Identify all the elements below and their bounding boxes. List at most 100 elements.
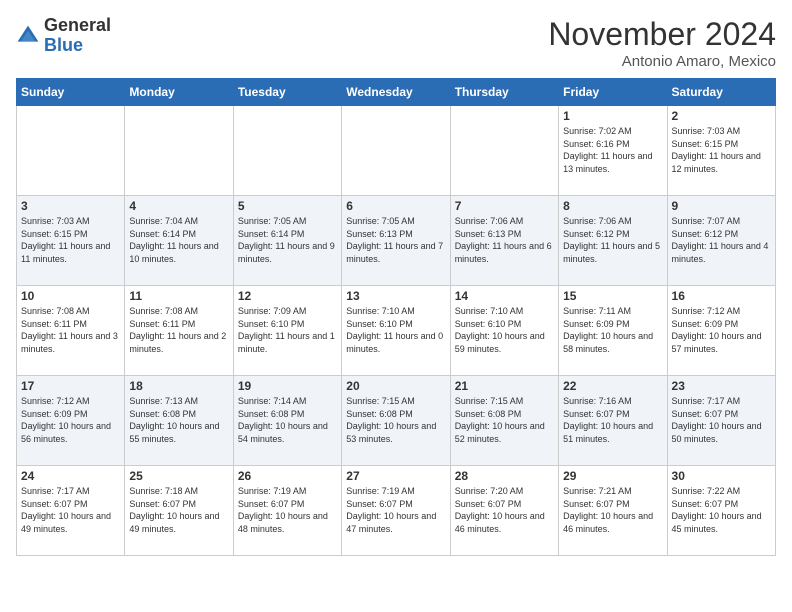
day-number: 4 <box>129 199 228 213</box>
calendar-cell: 14 Sunrise: 7:10 AM Sunset: 6:10 PM Dayli… <box>450 286 558 376</box>
day-content: Sunrise: 7:03 AM Sunset: 6:15 PM Dayligh… <box>672 125 771 175</box>
day-number: 13 <box>346 289 445 303</box>
calendar-cell <box>17 106 125 196</box>
day-number: 3 <box>21 199 120 213</box>
day-content: Sunrise: 7:02 AM Sunset: 6:16 PM Dayligh… <box>563 125 662 175</box>
header-day-sunday: Sunday <box>17 79 125 106</box>
day-content: Sunrise: 7:05 AM Sunset: 6:13 PM Dayligh… <box>346 215 445 265</box>
header-day-wednesday: Wednesday <box>342 79 450 106</box>
day-number: 16 <box>672 289 771 303</box>
day-content: Sunrise: 7:06 AM Sunset: 6:12 PM Dayligh… <box>563 215 662 265</box>
day-number: 27 <box>346 469 445 483</box>
calendar-cell: 13 Sunrise: 7:10 AM Sunset: 6:10 PM Dayli… <box>342 286 450 376</box>
day-content: Sunrise: 7:15 AM Sunset: 6:08 PM Dayligh… <box>346 395 445 445</box>
calendar-cell <box>342 106 450 196</box>
calendar-cell: 10 Sunrise: 7:08 AM Sunset: 6:11 PM Dayli… <box>17 286 125 376</box>
day-number: 2 <box>672 109 771 123</box>
header-day-thursday: Thursday <box>450 79 558 106</box>
day-content: Sunrise: 7:12 AM Sunset: 6:09 PM Dayligh… <box>672 305 771 355</box>
calendar-cell: 24 Sunrise: 7:17 AM Sunset: 6:07 PM Dayli… <box>17 466 125 556</box>
calendar-cell: 3 Sunrise: 7:03 AM Sunset: 6:15 PM Daylig… <box>17 196 125 286</box>
day-content: Sunrise: 7:03 AM Sunset: 6:15 PM Dayligh… <box>21 215 120 265</box>
day-content: Sunrise: 7:13 AM Sunset: 6:08 PM Dayligh… <box>129 395 228 445</box>
day-content: Sunrise: 7:21 AM Sunset: 6:07 PM Dayligh… <box>563 485 662 535</box>
calendar-cell: 1 Sunrise: 7:02 AM Sunset: 6:16 PM Daylig… <box>559 106 667 196</box>
day-content: Sunrise: 7:19 AM Sunset: 6:07 PM Dayligh… <box>346 485 445 535</box>
day-number: 9 <box>672 199 771 213</box>
day-content: Sunrise: 7:08 AM Sunset: 6:11 PM Dayligh… <box>129 305 228 355</box>
week-row-2: 3 Sunrise: 7:03 AM Sunset: 6:15 PM Daylig… <box>17 196 776 286</box>
logo: General Blue <box>16 16 111 56</box>
day-number: 25 <box>129 469 228 483</box>
day-number: 10 <box>21 289 120 303</box>
day-number: 22 <box>563 379 662 393</box>
calendar-cell: 25Sunrise: 7:18 AM Sunset: 6:07 PM Dayli… <box>125 466 233 556</box>
calendar-cell: 16 Sunrise: 7:12 AM Sunset: 6:09 PM Dayli… <box>667 286 775 376</box>
day-number: 15 <box>563 289 662 303</box>
month-title: November 2024 <box>548 16 776 53</box>
day-content: Sunrise: 7:10 AM Sunset: 6:10 PM Dayligh… <box>346 305 445 355</box>
day-number: 21 <box>455 379 554 393</box>
week-row-3: 10 Sunrise: 7:08 AM Sunset: 6:11 PM Dayli… <box>17 286 776 376</box>
calendar-cell: 26Sunrise: 7:19 AM Sunset: 6:07 PM Dayli… <box>233 466 341 556</box>
day-number: 28 <box>455 469 554 483</box>
calendar-cell <box>233 106 341 196</box>
day-content: Sunrise: 7:16 AM Sunset: 6:07 PM Dayligh… <box>563 395 662 445</box>
day-content: Sunrise: 7:08 AM Sunset: 6:11 PM Dayligh… <box>21 305 120 355</box>
day-content: Sunrise: 7:04 AM Sunset: 6:14 PM Dayligh… <box>129 215 228 265</box>
calendar-cell: 5 Sunrise: 7:05 AM Sunset: 6:14 PM Daylig… <box>233 196 341 286</box>
day-content: Sunrise: 7:15 AM Sunset: 6:08 PM Dayligh… <box>455 395 554 445</box>
calendar-cell: 9Sunrise: 7:07 AM Sunset: 6:12 PM Daylig… <box>667 196 775 286</box>
day-number: 8 <box>563 199 662 213</box>
week-row-5: 24 Sunrise: 7:17 AM Sunset: 6:07 PM Dayli… <box>17 466 776 556</box>
day-content: Sunrise: 7:17 AM Sunset: 6:07 PM Dayligh… <box>672 395 771 445</box>
day-number: 24 <box>21 469 120 483</box>
calendar-cell: 30 Sunrise: 7:22 AM Sunset: 6:07 PM Dayli… <box>667 466 775 556</box>
day-number: 7 <box>455 199 554 213</box>
header-day-friday: Friday <box>559 79 667 106</box>
day-number: 30 <box>672 469 771 483</box>
day-content: Sunrise: 7:06 AM Sunset: 6:13 PM Dayligh… <box>455 215 554 265</box>
logo-icon <box>16 24 40 48</box>
calendar-cell: 23 Sunrise: 7:17 AM Sunset: 6:07 PM Dayli… <box>667 376 775 466</box>
calendar-cell: 17Sunrise: 7:12 AM Sunset: 6:09 PM Dayli… <box>17 376 125 466</box>
calendar-cell <box>450 106 558 196</box>
day-number: 20 <box>346 379 445 393</box>
day-number: 1 <box>563 109 662 123</box>
day-content: Sunrise: 7:17 AM Sunset: 6:07 PM Dayligh… <box>21 485 120 535</box>
calendar-cell <box>125 106 233 196</box>
logo-text: General Blue <box>44 16 111 56</box>
page-header: General Blue November 2024 Antonio Amaro… <box>16 16 776 70</box>
calendar-table: SundayMondayTuesdayWednesdayThursdayFrid… <box>16 78 776 556</box>
calendar-cell: 4 Sunrise: 7:04 AM Sunset: 6:14 PM Daylig… <box>125 196 233 286</box>
calendar-cell: 22 Sunrise: 7:16 AM Sunset: 6:07 PM Dayli… <box>559 376 667 466</box>
calendar-cell: 7 Sunrise: 7:06 AM Sunset: 6:13 PM Daylig… <box>450 196 558 286</box>
day-content: Sunrise: 7:10 AM Sunset: 6:10 PM Dayligh… <box>455 305 554 355</box>
day-content: Sunrise: 7:11 AM Sunset: 6:09 PM Dayligh… <box>563 305 662 355</box>
calendar-cell: 8 Sunrise: 7:06 AM Sunset: 6:12 PM Daylig… <box>559 196 667 286</box>
day-content: Sunrise: 7:12 AM Sunset: 6:09 PM Dayligh… <box>21 395 120 445</box>
week-row-1: 1 Sunrise: 7:02 AM Sunset: 6:16 PM Daylig… <box>17 106 776 196</box>
calendar-cell: 15 Sunrise: 7:11 AM Sunset: 6:09 PM Dayli… <box>559 286 667 376</box>
calendar-cell: 11 Sunrise: 7:08 AM Sunset: 6:11 PM Dayli… <box>125 286 233 376</box>
calendar-cell: 6Sunrise: 7:05 AM Sunset: 6:13 PM Daylig… <box>342 196 450 286</box>
day-number: 12 <box>238 289 337 303</box>
day-content: Sunrise: 7:19 AM Sunset: 6:07 PM Dayligh… <box>238 485 337 535</box>
calendar-cell: 20 Sunrise: 7:15 AM Sunset: 6:08 PM Dayli… <box>342 376 450 466</box>
day-number: 29 <box>563 469 662 483</box>
title-block: November 2024 Antonio Amaro, Mexico <box>548 16 776 70</box>
location: Antonio Amaro, Mexico <box>548 53 776 70</box>
day-number: 14 <box>455 289 554 303</box>
header-day-tuesday: Tuesday <box>233 79 341 106</box>
day-content: Sunrise: 7:22 AM Sunset: 6:07 PM Dayligh… <box>672 485 771 535</box>
day-content: Sunrise: 7:09 AM Sunset: 6:10 PM Dayligh… <box>238 305 337 355</box>
calendar-cell: 12 Sunrise: 7:09 AM Sunset: 6:10 PM Dayli… <box>233 286 341 376</box>
day-number: 5 <box>238 199 337 213</box>
day-number: 11 <box>129 289 228 303</box>
calendar-cell: 28Sunrise: 7:20 AM Sunset: 6:07 PM Dayli… <box>450 466 558 556</box>
day-content: Sunrise: 7:05 AM Sunset: 6:14 PM Dayligh… <box>238 215 337 265</box>
day-number: 23 <box>672 379 771 393</box>
calendar-cell: 2 Sunrise: 7:03 AM Sunset: 6:15 PM Daylig… <box>667 106 775 196</box>
calendar-body: 1 Sunrise: 7:02 AM Sunset: 6:16 PM Daylig… <box>17 106 776 556</box>
calendar-cell: 27 Sunrise: 7:19 AM Sunset: 6:07 PM Dayli… <box>342 466 450 556</box>
